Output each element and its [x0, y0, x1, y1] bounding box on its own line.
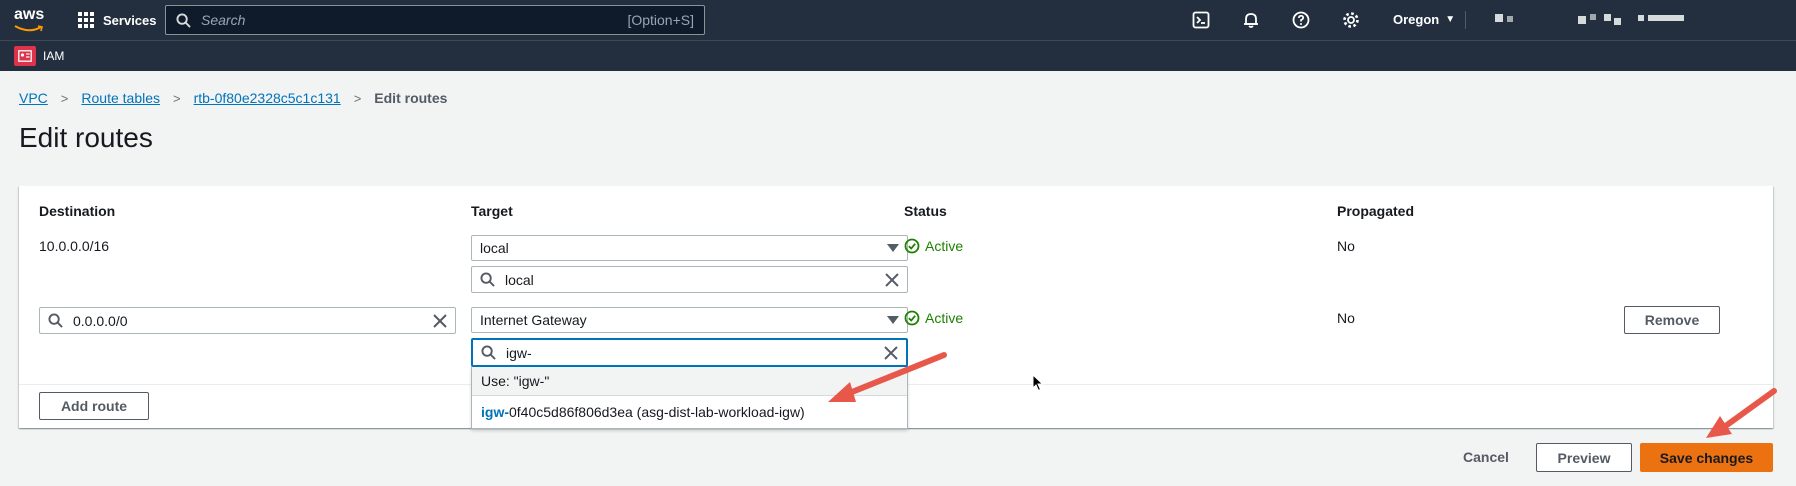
target-filter-input[interactable]: local: [471, 266, 908, 293]
breadcrumb-current: Edit routes: [374, 90, 448, 106]
grid-icon: [78, 12, 94, 28]
target-type-value: local: [480, 240, 509, 256]
routes-panel: Destination Target Status Propagated 10.…: [19, 186, 1773, 429]
global-search-input[interactable]: Search [Option+S]: [165, 5, 705, 35]
region-label: Oregon: [1393, 12, 1440, 27]
route-destination: 10.0.0.0/16: [39, 238, 110, 254]
redacted-account-block: [1604, 14, 1611, 21]
chevron-right-icon: >: [173, 90, 181, 106]
aws-logo[interactable]: aws: [14, 6, 48, 34]
cloudshell-icon[interactable]: [1191, 10, 1211, 30]
iam-icon[interactable]: [14, 46, 36, 66]
iam-shortcut-label[interactable]: IAM: [43, 49, 64, 63]
caret-down-icon: [887, 244, 899, 252]
clear-icon[interactable]: [884, 345, 898, 360]
internet-gateway-option[interactable]: igw- 0f40c5d86f806d3ea (asg-dist-lab-work…: [472, 396, 907, 428]
target-filter-value: local: [505, 271, 534, 288]
search-shortcut: [Option+S]: [627, 12, 694, 28]
redacted-account-block: [1507, 16, 1513, 22]
route-propagated: No: [1337, 238, 1355, 254]
route-status-label: Active: [925, 310, 964, 326]
nav-divider: [1465, 11, 1466, 29]
use-filter-option[interactable]: Use: "igw-": [472, 367, 907, 396]
redacted-account-block: [1614, 18, 1621, 25]
target-type-select[interactable]: Internet Gateway: [471, 307, 908, 333]
check-circle-icon: [904, 310, 920, 326]
target-filter-value: igw-: [506, 344, 532, 361]
redacted-account-block: [1590, 14, 1596, 20]
search-icon: [481, 345, 496, 360]
clear-icon[interactable]: [433, 313, 447, 328]
target-options-dropdown: Use: "igw-" igw- 0f40c5d86f806d3ea (asg-d…: [471, 367, 908, 429]
route-status: Active: [904, 238, 963, 254]
cancel-button[interactable]: Cancel: [1463, 449, 1509, 465]
aws-logo-text: aws: [14, 6, 45, 23]
search-icon: [480, 272, 495, 287]
redacted-account-block: [1638, 15, 1644, 21]
target-type-select[interactable]: local: [471, 235, 908, 261]
header-propagated: Propagated: [1337, 203, 1415, 219]
redacted-account-block: [1495, 14, 1503, 22]
chevron-right-icon: >: [353, 90, 362, 106]
search-icon: [176, 12, 191, 28]
top-navigation: aws Services Search [Option+S] Oregon ▼: [0, 0, 1796, 40]
notifications-icon[interactable]: [1241, 10, 1261, 30]
search-icon: [48, 313, 63, 328]
option-match-prefix: igw-: [481, 404, 509, 420]
breadcrumb: VPC > Route tables > rtb-0f80e2328c5c1c1…: [19, 90, 447, 106]
account-menu[interactable]: [1490, 8, 1790, 32]
route-status-label: Active: [925, 238, 964, 254]
header-status: Status: [904, 203, 947, 219]
caret-down-icon: [887, 316, 899, 324]
breadcrumb-vpc[interactable]: VPC: [19, 90, 48, 106]
redacted-account-block: [1578, 16, 1586, 24]
services-label: Services: [103, 12, 157, 28]
header-destination: Destination: [39, 203, 116, 219]
help-icon[interactable]: [1291, 10, 1311, 30]
service-shortcut-bar: IAM: [0, 40, 1796, 71]
caret-down-icon: ▼: [1445, 14, 1456, 25]
target-type-value: Internet Gateway: [480, 312, 587, 328]
redacted-account-block: [1648, 15, 1684, 21]
preview-button[interactable]: Preview: [1536, 443, 1632, 472]
route-status: Active: [904, 310, 963, 326]
option-match-rest: 0f40c5d86f806d3ea (asg-dist-lab-workload…: [509, 404, 805, 420]
route-propagated: No: [1337, 310, 1355, 326]
destination-value: 0.0.0.0/0: [73, 312, 128, 329]
mouse-cursor-icon: [1032, 374, 1044, 392]
breadcrumb-route-tables[interactable]: Route tables: [81, 90, 160, 106]
page-title: Edit routes: [19, 122, 153, 153]
destination-input[interactable]: 0.0.0.0/0: [39, 307, 456, 334]
clear-icon[interactable]: [885, 272, 899, 287]
target-filter-input[interactable]: igw-: [471, 338, 908, 367]
region-selector[interactable]: Oregon ▼: [1393, 12, 1455, 27]
remove-route-button[interactable]: Remove: [1624, 306, 1720, 334]
services-menu[interactable]: Services: [78, 10, 157, 30]
breadcrumb-route-table-id[interactable]: rtb-0f80e2328c5c1c131: [194, 90, 341, 106]
aws-smile-icon: [14, 25, 43, 32]
chevron-right-icon: >: [60, 90, 69, 106]
search-placeholder: Search: [201, 12, 246, 28]
settings-icon[interactable]: [1341, 10, 1361, 30]
add-route-button[interactable]: Add route: [39, 392, 149, 420]
check-circle-icon: [904, 238, 920, 254]
save-changes-button[interactable]: Save changes: [1640, 443, 1773, 472]
header-target: Target: [471, 203, 513, 219]
